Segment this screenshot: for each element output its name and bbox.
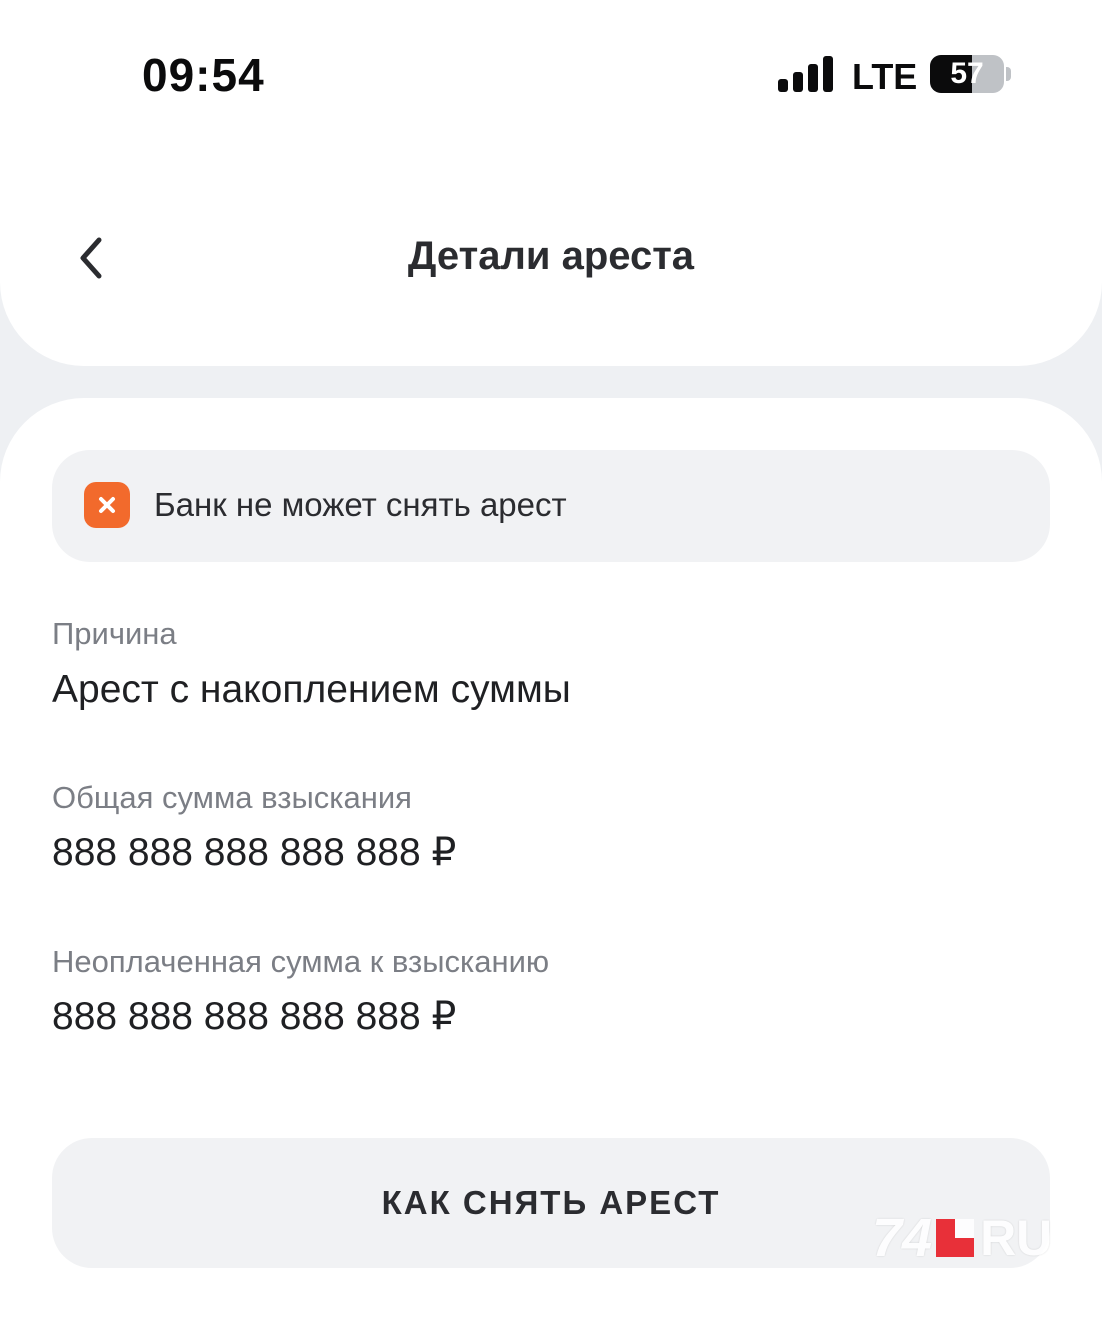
status-time: 09:54 [142, 49, 265, 101]
watermark-mark [936, 1219, 975, 1257]
page-title: Детали ареста [407, 234, 695, 278]
network-type: LTE [852, 56, 918, 97]
reason-label: Причина [52, 616, 177, 651]
signal-icon [778, 56, 834, 92]
status-banner-text: Банк не может снять арест [154, 486, 567, 523]
total-amount-value: 888 888 888 888 888 ₽ [52, 831, 457, 874]
reason-value: Арест с накоплением суммы [52, 668, 571, 711]
status-banner: Банк не может снять арест [52, 450, 1050, 562]
battery-level: 57 [950, 57, 984, 90]
watermark-logo: 74 RU [872, 1208, 1052, 1268]
battery-icon: 57 [930, 55, 1004, 93]
unpaid-amount-label: Неоплаченная сумма к взысканию [52, 944, 550, 979]
watermark-suffix: RU [980, 1210, 1053, 1266]
watermark-number: 74 [872, 1208, 933, 1268]
battery-cap [1006, 67, 1011, 81]
total-amount-label: Общая сумма взыскания [52, 780, 412, 815]
unpaid-amount-value: 888 888 888 888 888 ₽ [52, 995, 457, 1038]
close-icon [84, 482, 130, 528]
